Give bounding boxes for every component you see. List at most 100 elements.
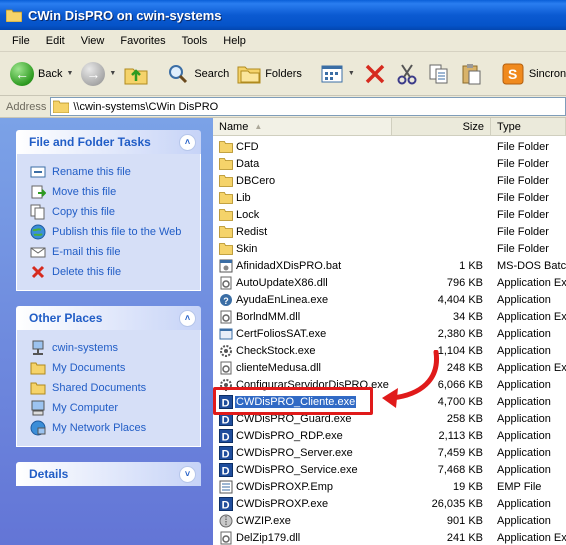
file-name-cell[interactable]: CWZIP.exe [213, 514, 392, 528]
sincron-button[interactable]: S Sincron [497, 56, 566, 92]
file-row[interactable]: AfinidadXDisPRO.bat 1 KB MS-DOS Batch [213, 257, 566, 274]
menu-tools[interactable]: Tools [174, 35, 216, 47]
views-button[interactable]: ▼ [316, 56, 359, 92]
cut-button[interactable] [391, 56, 423, 92]
file-row[interactable]: D CWDisPRO_Cliente.exe 4,700 KB Application [213, 393, 566, 410]
column-header-name[interactable]: Name ▲ [213, 118, 392, 135]
file-row[interactable]: DBCero File Folder [213, 172, 566, 189]
task-copy[interactable]: Copy this file [30, 202, 192, 222]
file-name-cell[interactable]: DelZip179.dll [213, 531, 392, 545]
collapse-icon[interactable]: ˄ [179, 309, 196, 327]
file-name-cell[interactable]: AfinidadXDisPRO.bat [213, 259, 392, 273]
file-name-cell[interactable]: D CWDisPRO_Service.exe [213, 462, 392, 477]
menu-edit[interactable]: Edit [38, 35, 73, 47]
place-label[interactable]: My Computer [52, 402, 118, 414]
forward-button[interactable]: → ▼ [77, 56, 120, 92]
file-row[interactable]: D CWDisPRO_RDP.exe 2,113 KB Application [213, 427, 566, 444]
file-name-cell[interactable]: D CWDisPRO_Guard.exe [213, 411, 392, 426]
file-name-cell[interactable]: CFD [213, 140, 392, 154]
search-button[interactable]: Search [162, 56, 233, 92]
file-row[interactable]: D CWDisPRO_Service.exe 7,468 KB Application [213, 461, 566, 478]
file-row[interactable]: CertFoliosSAT.exe 2,380 KB Application [213, 325, 566, 342]
file-row[interactable]: D CWDisPRO_Server.exe 7,459 KB Application [213, 444, 566, 461]
file-row[interactable]: DelZip179.dll 241 KB Application Ext [213, 529, 566, 545]
task-publish[interactable]: Publish this file to the Web [30, 222, 192, 242]
task-label[interactable]: Rename this file [52, 166, 131, 178]
file-name-cell[interactable]: Redist [213, 225, 392, 239]
file-name-cell[interactable]: BorlndMM.dll [213, 310, 392, 324]
panel-header[interactable]: File and Folder Tasks ˄ [16, 130, 201, 154]
menu-file[interactable]: File [4, 35, 38, 47]
copy-button[interactable] [423, 56, 455, 92]
file-row[interactable]: CWDisPROXP.Emp 19 KB EMP File [213, 478, 566, 495]
task-rename[interactable]: Rename this file [30, 162, 192, 182]
task-label[interactable]: Publish this file to the Web [52, 226, 181, 238]
file-name-cell[interactable]: D CWDisPRO_RDP.exe [213, 428, 392, 443]
task-label[interactable]: Copy this file [52, 206, 115, 218]
file-name-cell[interactable]: Lock [213, 208, 392, 222]
file-name-cell[interactable]: AutoUpdateX86.dll [213, 276, 392, 290]
file-row[interactable]: ? AyudaEnLinea.exe 4,404 KB Application [213, 291, 566, 308]
file-row[interactable]: ConfigurarServidorDisPRO.exe 6,066 KB Appl… [213, 376, 566, 393]
collapse-icon[interactable]: ˄ [179, 133, 196, 151]
task-label[interactable]: E-mail this file [52, 246, 120, 258]
file-name-cell[interactable]: Skin [213, 242, 392, 256]
file-row[interactable]: CWZIP.exe 901 KB Application [213, 512, 566, 529]
file-row[interactable]: Lock File Folder [213, 206, 566, 223]
place-shared-documents[interactable]: Shared Documents [30, 378, 192, 398]
address-input[interactable]: \\cwin-systems\CWin DisPRO [50, 97, 566, 116]
panel-header[interactable]: Other Places ˄ [16, 306, 201, 330]
file-name-cell[interactable]: Data [213, 157, 392, 171]
paste-button[interactable] [455, 56, 487, 92]
expand-icon[interactable]: ˅ [179, 465, 196, 483]
task-email[interactable]: E-mail this file [30, 242, 192, 262]
file-name-cell[interactable]: CWDisPROXP.Emp [213, 480, 392, 494]
file-name-cell[interactable]: Lib [213, 191, 392, 205]
column-header-type[interactable]: Type [491, 118, 566, 135]
menu-view[interactable]: View [73, 35, 113, 47]
file-name-cell[interactable]: ConfigurarServidorDisPRO.exe [213, 378, 392, 392]
place-label[interactable]: My Documents [52, 362, 125, 374]
back-button[interactable]: ← Back ▼ [6, 56, 77, 92]
file-row[interactable]: Data File Folder [213, 155, 566, 172]
file-name-cell[interactable]: CheckStock.exe [213, 344, 392, 358]
place-label[interactable]: Shared Documents [52, 382, 146, 394]
file-row[interactable]: BorlndMM.dll 34 KB Application Ext [213, 308, 566, 325]
task-label[interactable]: Move this file [52, 186, 116, 198]
file-name-cell[interactable]: clienteMedusa.dll [213, 361, 392, 375]
chevron-down-icon[interactable]: ▼ [109, 70, 116, 77]
place-my-network-places[interactable]: My Network Places [30, 418, 192, 438]
file-row[interactable]: Redist File Folder [213, 223, 566, 240]
place-cwin-systems[interactable]: cwin-systems [30, 338, 192, 358]
file-name-cell[interactable]: D CWDisPRO_Cliente.exe [213, 394, 392, 409]
menu-favorites[interactable]: Favorites [112, 35, 173, 47]
file-row[interactable]: Skin File Folder [213, 240, 566, 257]
panel-header[interactable]: Details ˅ [16, 462, 201, 486]
file-row[interactable]: CFD File Folder [213, 138, 566, 155]
place-label[interactable]: My Network Places [52, 422, 146, 434]
file-name-cell[interactable]: CertFoliosSAT.exe [213, 327, 392, 341]
task-delete[interactable]: Delete this file [30, 262, 192, 282]
task-label[interactable]: Delete this file [52, 266, 121, 278]
delete-button[interactable] [359, 56, 391, 92]
column-header-size[interactable]: Size [392, 118, 491, 135]
file-name-cell[interactable]: D CWDisPRO_Server.exe [213, 445, 392, 460]
place-my-documents[interactable]: My Documents [30, 358, 192, 378]
task-move[interactable]: Move this file [30, 182, 192, 202]
folders-button[interactable]: Folders [233, 56, 306, 92]
file-row[interactable]: D CWDisPROXP.exe 26,035 KB Application [213, 495, 566, 512]
file-row[interactable]: D CWDisPRO_Guard.exe 258 KB Application [213, 410, 566, 427]
up-folder-button[interactable] [120, 56, 152, 92]
place-label[interactable]: cwin-systems [52, 342, 118, 354]
file-name-cell[interactable]: DBCero [213, 174, 392, 188]
chevron-down-icon[interactable]: ▼ [66, 70, 73, 77]
file-name-cell[interactable]: ? AyudaEnLinea.exe [213, 293, 392, 307]
file-row[interactable]: clienteMedusa.dll 248 KB Application Ext [213, 359, 566, 376]
chevron-down-icon[interactable]: ▼ [348, 70, 355, 77]
file-name-cell[interactable]: D CWDisPROXP.exe [213, 496, 392, 511]
file-row[interactable]: AutoUpdateX86.dll 796 KB Application Ext [213, 274, 566, 291]
file-row[interactable]: Lib File Folder [213, 189, 566, 206]
place-my-computer[interactable]: My Computer [30, 398, 192, 418]
file-row[interactable]: CheckStock.exe 1,104 KB Application [213, 342, 566, 359]
menu-help[interactable]: Help [215, 35, 254, 47]
